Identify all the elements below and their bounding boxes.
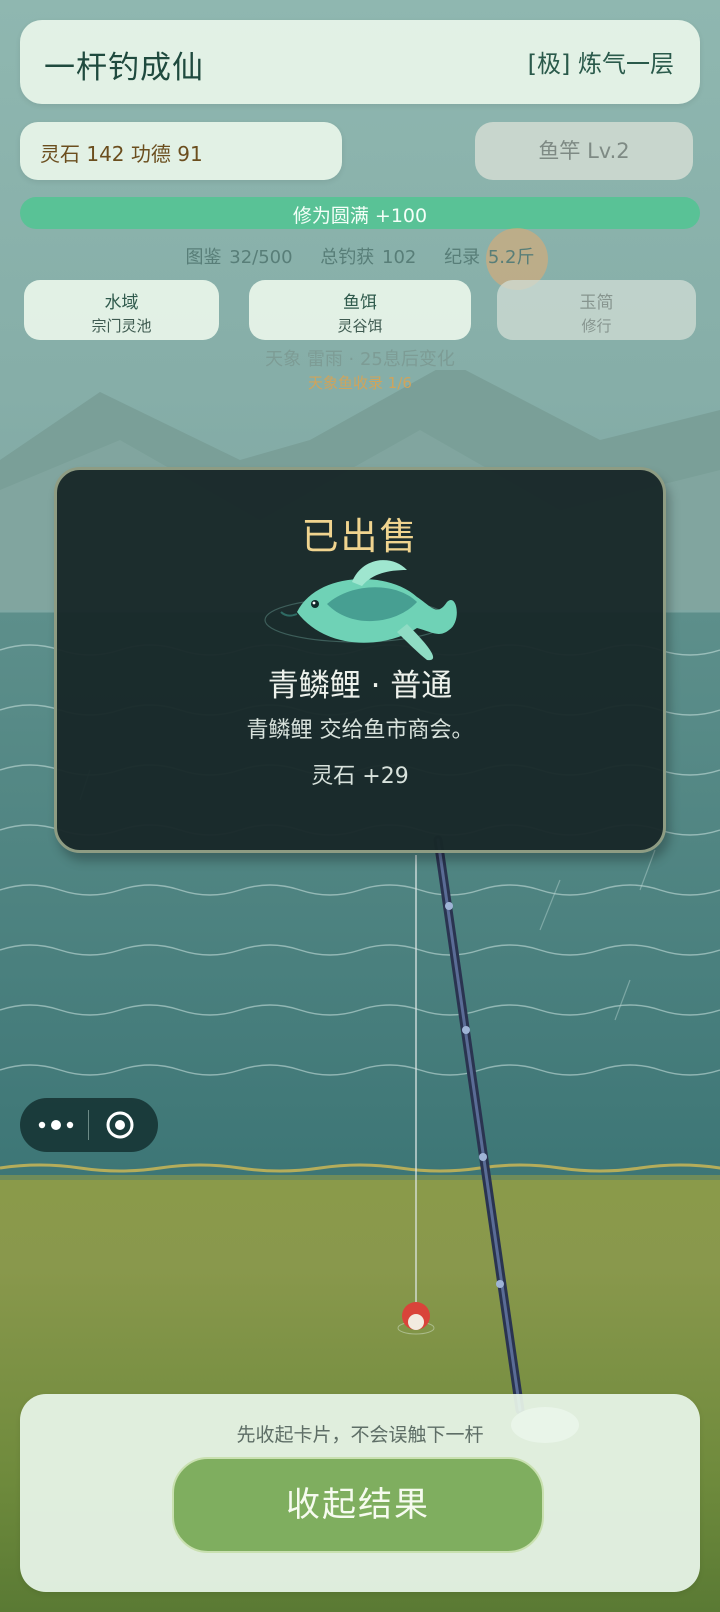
bottom-panel: 先收起卡片，不会误触下一杆 收起结果 [20,1394,700,1592]
water-area-chip[interactable]: 水域 宗门灵池 [24,280,219,340]
weather-fish-progress: 天象鱼收录 1/6 [308,374,412,392]
fish-icon [264,560,457,661]
cultivation-realm: [极] 炼气一层 [527,50,674,78]
game-scene: 一杆钓成仙 [极] 炼气一层 灵石 142 功德 91 鱼竿 Lv.2 修为圆满… [0,0,720,1612]
reward-text: 灵石 +29 [311,764,409,789]
cultivation-progress-text: 修为圆满 +100 [292,205,428,227]
more-icon[interactable] [36,1111,76,1139]
cultivation-progress-bar: 修为圆满 +100 [20,197,700,229]
capsule-divider [88,1110,89,1140]
miniprogram-capsule [20,1098,158,1152]
resources-text: 灵石 142 功德 91 [40,142,203,166]
collapse-result-button[interactable]: 收起结果 [172,1457,544,1553]
resources-pill: 灵石 142 功德 91 [20,122,342,180]
chip-value: 修行 [581,317,612,335]
app-title: 一杆钓成仙 [44,50,204,86]
chip-value: 宗门灵池 [91,317,152,335]
collection-count: 图鉴 32/500 [185,247,293,268]
close-target-icon[interactable] [104,1109,136,1141]
jade-slip-chip[interactable]: 玉简 修行 [497,280,696,340]
fish-description: 青鳞鲤 交给鱼市商会。 [246,718,474,743]
hint-text: 先收起卡片，不会误触下一杆 [236,1424,484,1446]
rod-level-button[interactable]: 鱼竿 Lv.2 [475,122,693,180]
chip-title: 水域 [104,293,139,313]
fish-name: 青鳞鲤 · 普通 [267,668,453,704]
record-weight: 纪录 5.2斤 [444,247,535,268]
weather-status: 天象 雷雨 · 25息后变化 [265,349,455,370]
total-catch: 总钓获 102 [320,247,417,268]
chip-title: 鱼饵 [343,293,377,313]
bait-chip[interactable]: 鱼饵 灵谷饵 [249,280,471,340]
chip-value: 灵谷饵 [337,317,383,335]
stats-line: 图鉴 32/500 总钓获 102 纪录 5.2斤 [0,243,720,269]
top-bar: 一杆钓成仙 [极] 炼气一层 [20,20,700,104]
chip-title: 玉简 [579,293,614,313]
result-card: 已出售 青鳞鲤 · 普通 青鳞鲤 交给鱼市商会。 灵石 +29 [54,467,666,853]
